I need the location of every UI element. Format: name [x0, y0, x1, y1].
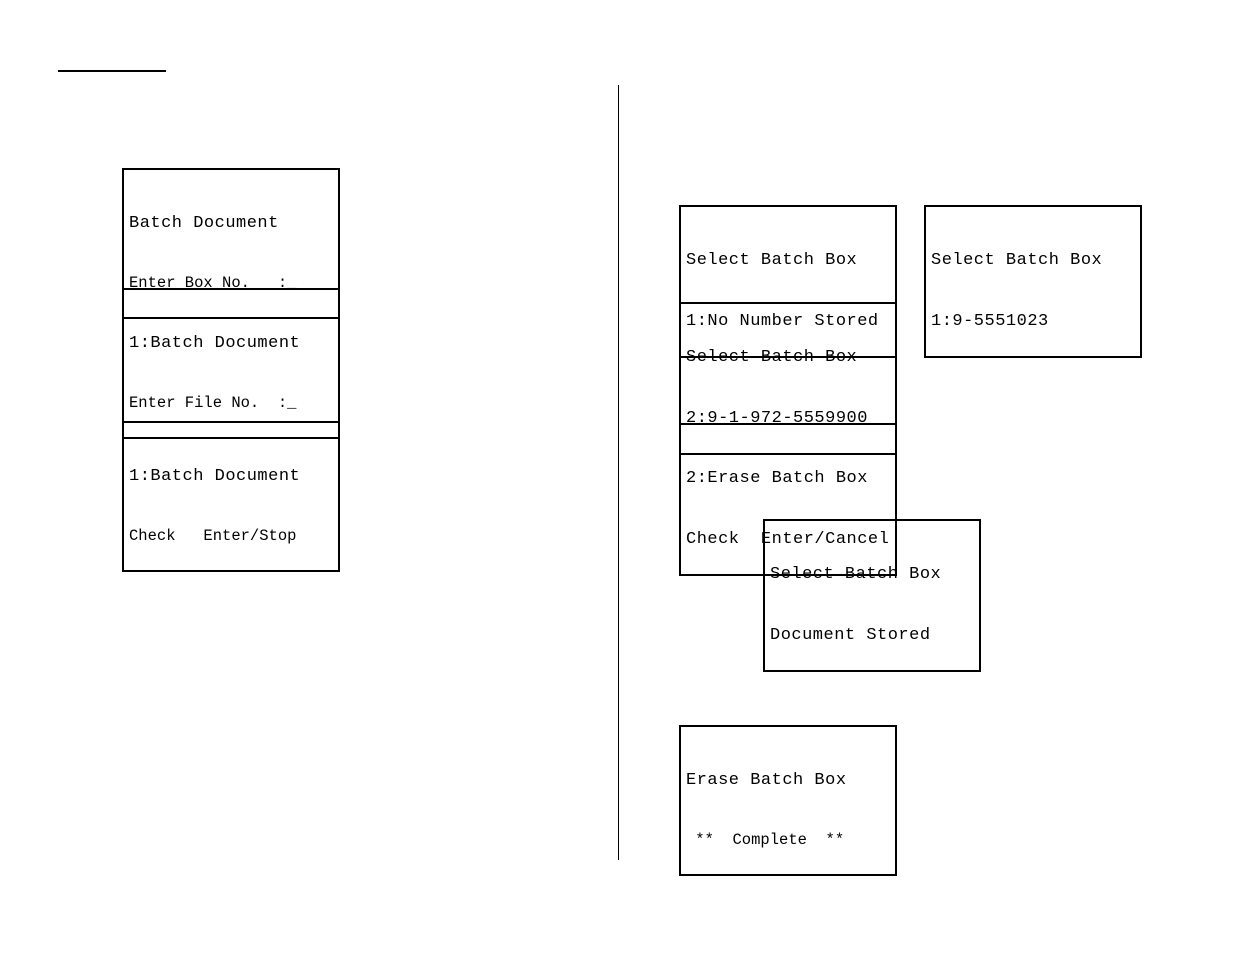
lcd-document-stored: Select Batch Box Document Stored — [763, 519, 981, 672]
lcd-line1: Select Batch Box — [931, 250, 1135, 271]
lcd-line1: Batch Document — [129, 213, 333, 234]
lcd-line2: Check Enter/Stop — [129, 527, 333, 546]
lcd-line1: Select Batch Box — [686, 347, 890, 368]
lcd-line2: 1:9-5551023 — [931, 311, 1135, 332]
lcd-line1: 2:Erase Batch Box — [686, 468, 890, 489]
lcd-line2: Enter File No. :_ — [129, 394, 333, 413]
lcd-line1: Erase Batch Box — [686, 770, 890, 791]
lcd-line1: Select Batch Box — [686, 250, 890, 271]
lcd-erase-complete: Erase Batch Box ** Complete ** — [679, 725, 897, 876]
lcd-line2: Document Stored — [770, 625, 974, 646]
lcd-line2: ** Complete ** — [686, 831, 890, 850]
lcd-check-enter-stop: 1:Batch Document Check Enter/Stop — [122, 421, 340, 572]
header-underline — [58, 70, 166, 72]
column-divider — [618, 85, 619, 860]
lcd-line1: Select Batch Box — [770, 564, 974, 585]
lcd-line1: 1:Batch Document — [129, 333, 333, 354]
lcd-select-9-5551023: Select Batch Box 1:9-5551023 — [924, 205, 1142, 358]
lcd-enter-file: 1:Batch Document Enter File No. :_ — [122, 288, 340, 439]
lcd-line1: 1:Batch Document — [129, 466, 333, 487]
